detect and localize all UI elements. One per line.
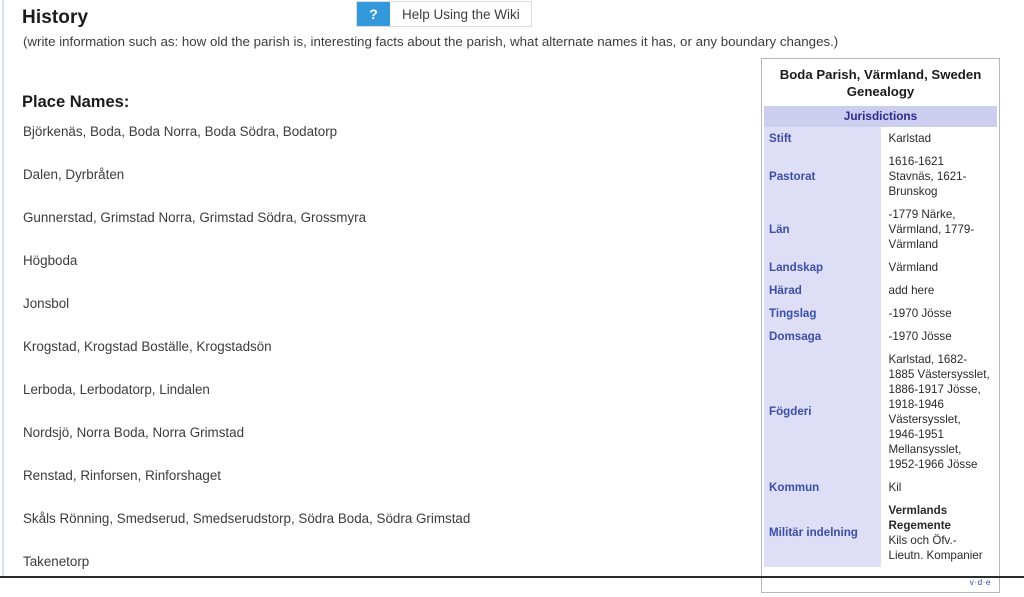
list-item: Jonsbol <box>23 296 70 311</box>
infobox-label-harad[interactable]: Härad <box>764 279 881 302</box>
list-item: Dalen, Dyrbråten <box>23 167 125 182</box>
wiki-page: History ? Help Using the Wiki (write inf… <box>0 0 1024 593</box>
list-item: Högboda <box>23 253 78 268</box>
list-item: Lerboda, Lerbodatorp, Lindalen <box>23 382 210 397</box>
infobox-label-landskap[interactable]: Landskap <box>764 256 881 279</box>
list-item: Nordsjö, Norra Boda, Norra Grimstad <box>23 425 245 440</box>
place-names-heading: Place Names: <box>22 93 130 111</box>
list-item: Krogstad, Krogstad Boställe, Krogstadsön <box>23 339 272 354</box>
section-instruction-note: (write information such as: how old the … <box>23 34 839 49</box>
infobox-banner-jurisdictions: Jurisdictions <box>764 106 997 127</box>
left-margin-rule <box>2 0 4 578</box>
infobox-value-kommun: Kil <box>888 481 902 494</box>
table-row: Pastorat 1616-1621 Stavnäs, 1621-Brunsko… <box>764 150 997 203</box>
question-mark-icon: ? <box>357 2 390 26</box>
table-row: Domsaga -1970 Jösse <box>764 325 997 348</box>
infobox-label-fogderi[interactable]: Fögderi <box>764 348 881 476</box>
table-row: v·d·e <box>764 567 997 590</box>
infobox-value-pastorat: 1616-1621 Stavnäs, 1621-Brunskog <box>888 155 967 198</box>
infobox-value-harad: add here <box>888 284 935 297</box>
help-button-label: Help Using the Wiki <box>402 6 520 22</box>
table-row: Militär indelning Vermlands Regemente Ki… <box>764 499 997 567</box>
infobox-label-militar-indelning[interactable]: Militär indelning <box>764 499 881 567</box>
infobox-label-domsaga[interactable]: Domsaga <box>764 325 881 348</box>
edit-link[interactable]: e <box>986 577 991 587</box>
infobox-value-domsaga: -1970 Jösse <box>888 330 952 343</box>
table-row: Kommun Kil <box>764 476 997 499</box>
list-item: Björkenäs, Boda, Boda Norra, Boda Södra,… <box>23 124 338 139</box>
infobox-value-stift: Karlstad <box>888 132 932 145</box>
table-row: Tingslag -1970 Jösse <box>764 302 997 325</box>
infobox-vde-footer: v·d·e <box>764 567 997 590</box>
infobox-value-fogderi: Karlstad, 1682-1885 Västersysslet, 1886-… <box>888 353 990 471</box>
infobox-value-tingslag: -1970 Jösse <box>888 307 952 320</box>
table-row: Fögderi Karlstad, 1682-1885 Västersyssle… <box>764 348 997 476</box>
table-row: Län -1779 Närke, Värmland, 1779-Värmland <box>764 203 997 256</box>
infobox-label-tingslag[interactable]: Tingslag <box>764 302 881 325</box>
infobox-label-stift[interactable]: Stift <box>764 127 881 150</box>
table-row: Boda Parish, Värmland, Sweden Genealogy <box>764 62 997 106</box>
infobox-label-kommun[interactable]: Kommun <box>764 476 881 499</box>
list-item: Renstad, Rinforsen, Rinforshaget <box>23 468 221 483</box>
list-item: Skåls Rönning, Smedserud, Smedserudstorp… <box>23 511 471 526</box>
infobox-value-companies: Kils och Öfv.- Lieutn. Kompanier <box>888 534 983 562</box>
infobox-value-lan: -1779 Närke, Värmland, 1779-Värmland <box>888 208 975 251</box>
infobox-value-landskap: Värmland <box>888 261 939 274</box>
infobox-value-regiment: Vermlands Regemente <box>888 504 952 532</box>
list-item: Gunnerstad, Grimstad Norra, Grimstad Söd… <box>23 210 367 225</box>
infobox-table: Boda Parish, Värmland, Sweden Genealogy … <box>764 62 997 590</box>
infobox-label-lan[interactable]: Län <box>764 203 881 256</box>
help-using-the-wiki-button[interactable]: ? Help Using the Wiki <box>356 1 532 27</box>
table-row: Stift Karlstad <box>764 127 997 150</box>
infobox-title: Boda Parish, Värmland, Sweden Genealogy <box>779 67 982 99</box>
table-row: Jurisdictions <box>764 106 997 127</box>
place-names-list: Björkenäs, Boda, Boda Norra, Boda Södra,… <box>23 124 723 597</box>
page-title: History <box>22 7 89 28</box>
jurisdictions-infobox: Boda Parish, Värmland, Sweden Genealogy … <box>761 58 1000 593</box>
table-row: Härad add here <box>764 279 997 302</box>
infobox-label-pastorat[interactable]: Pastorat <box>764 150 881 203</box>
table-row: Landskap Värmland <box>764 256 997 279</box>
infobox-value-militar-indelning: Vermlands Regemente Kils och Öfv.- Lieut… <box>881 499 998 567</box>
